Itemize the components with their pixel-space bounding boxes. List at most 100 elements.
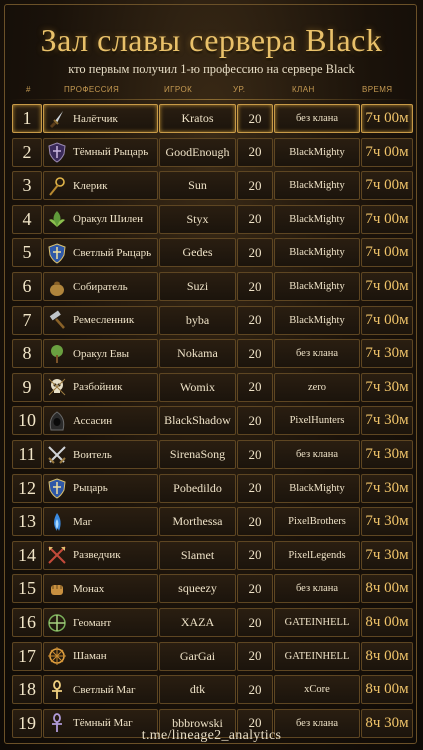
- clan-cell: GATEINHELL: [274, 641, 360, 671]
- footer-link[interactable]: t.me/lineage2_analytics: [0, 728, 423, 744]
- clan-cell: BlackMighty: [274, 305, 360, 335]
- level-cell: 20: [237, 104, 273, 133]
- level-cell: 20: [237, 540, 273, 570]
- clan-cell: без клана: [274, 104, 360, 133]
- profession-cell: Оракул Евы: [43, 339, 158, 369]
- level-cell: 20: [237, 171, 273, 201]
- time-cell: 7ч 00м: [361, 171, 413, 201]
- table-row: 10 Ассасин BlackShadow 20 PixelHunters 7ч 30м: [12, 406, 413, 436]
- time-cell: 7ч 00м: [361, 238, 413, 268]
- crossed-swords-icon: [46, 444, 68, 466]
- rank-cell: 2: [12, 137, 42, 167]
- table-row: 13 Маг Morthessa 20 PixelBrothers 7ч 30м: [12, 507, 413, 537]
- player-cell: BlackShadow: [159, 406, 236, 436]
- table-row: 14 Разведчик Slamet 20 PixelLegends 7ч 30м: [12, 540, 413, 570]
- level-cell: 20: [237, 473, 273, 503]
- level-cell: 20: [237, 238, 273, 268]
- table-row: 8 Оракул Евы Nokama 20 без клана 7ч 30м: [12, 339, 413, 369]
- profession-cell: Разведчик: [43, 540, 158, 570]
- time-cell: 7ч 30м: [361, 507, 413, 537]
- clan-cell: PixelHunters: [274, 406, 360, 436]
- table-row: 11 Воитель SirenaSong 20 без клана 7ч 30м: [12, 440, 413, 469]
- time-cell: 7ч 00м: [361, 204, 413, 234]
- table-row: 6 Собиратель Suzi 20 BlackMighty 7ч 00м: [12, 272, 413, 301]
- rank-cell: 11: [12, 440, 42, 469]
- header-level: УР.: [233, 85, 246, 94]
- table-row: 3 Клерик Sun 20 BlackMighty 7ч 00м: [12, 171, 413, 201]
- player-cell: dtk: [159, 675, 236, 705]
- rune-icon: [46, 612, 68, 634]
- profession-cell: Ремесленник: [43, 305, 158, 335]
- time-cell: 8ч 00м: [361, 675, 413, 705]
- clan-cell: без клана: [274, 440, 360, 469]
- profession-label: Тёмный Рыцарь: [73, 146, 149, 159]
- profession-cell: Собиратель: [43, 272, 158, 301]
- header-rank: #: [26, 85, 31, 94]
- page-title: Зал славы сервера Black: [40, 22, 383, 58]
- rank-cell: 5: [12, 238, 42, 268]
- time-cell: 8ч 00м: [361, 574, 413, 604]
- rank-cell: 18: [12, 675, 42, 705]
- rank-cell: 14: [12, 540, 42, 570]
- player-cell: Womix: [159, 372, 236, 402]
- rank-cell: 7: [12, 305, 42, 335]
- level-cell: 20: [237, 574, 273, 604]
- clan-cell: GATEINHELL: [274, 608, 360, 637]
- player-cell: GoodEnough: [159, 137, 236, 167]
- header-divider: [10, 99, 413, 100]
- table-row: 17 Шаман GarGai 20 GATEINHELL 8ч 00м: [12, 641, 413, 671]
- player-cell: byba: [159, 305, 236, 335]
- page-subtitle: кто первым получил 1-ю профессию на серв…: [68, 62, 355, 76]
- rank-cell: 8: [12, 339, 42, 369]
- level-cell: 20: [237, 641, 273, 671]
- player-cell: Nokama: [159, 339, 236, 369]
- clan-cell: BlackMighty: [274, 238, 360, 268]
- header-profession: ПРОФЕССИЯ: [64, 85, 120, 94]
- profession-label: Ремесленник: [73, 314, 135, 327]
- profession-cell: Клерик: [43, 171, 158, 201]
- player-cell: Kratos: [159, 104, 236, 133]
- time-cell: 7ч 30м: [361, 473, 413, 503]
- profession-cell: Разбойник: [43, 372, 158, 402]
- clan-cell: без клана: [274, 339, 360, 369]
- player-cell: XAZA: [159, 608, 236, 637]
- time-cell: 7ч 30м: [361, 540, 413, 570]
- time-cell: 7ч 00м: [361, 137, 413, 167]
- profession-cell: Маг: [43, 507, 158, 537]
- header-player: ИГРОК: [164, 85, 193, 94]
- player-cell: Suzi: [159, 272, 236, 301]
- header-time: ВРЕМЯ: [362, 85, 393, 94]
- table-row: 7 Ремесленник byba 20 BlackMighty 7ч 00м: [12, 305, 413, 335]
- profession-label: Ассасин: [73, 414, 113, 427]
- table-row: 18 Светлый Маг dtk 20 xCore 8ч 00м: [12, 675, 413, 705]
- time-cell: 7ч 30м: [361, 406, 413, 436]
- dark-shield-icon: [46, 141, 68, 163]
- rank-cell: 13: [12, 507, 42, 537]
- profession-cell: Шаман: [43, 641, 158, 671]
- profession-label: Монах: [73, 582, 105, 595]
- profession-label: Светлый Рыцарь: [73, 246, 152, 259]
- profession-label: Налётчик: [73, 112, 118, 125]
- profession-label: Оракул Евы: [73, 347, 130, 360]
- clan-cell: zero: [274, 372, 360, 402]
- profession-label: Рыцарь: [73, 482, 108, 495]
- rank-cell: 17: [12, 641, 42, 671]
- skull-icon: [46, 376, 68, 398]
- player-cell: Slamet: [159, 540, 236, 570]
- profession-label: Маг: [73, 515, 93, 528]
- profession-label: Собиратель: [73, 280, 128, 293]
- profession-cell: Тёмный Рыцарь: [43, 137, 158, 167]
- bag-icon: [46, 276, 68, 298]
- profession-cell: Налётчик: [43, 104, 158, 133]
- table-row: 12 Рыцарь Pobedildo 20 BlackMighty 7ч 30м: [12, 473, 413, 503]
- staff-icon: [46, 175, 68, 197]
- level-cell: 20: [237, 675, 273, 705]
- player-cell: Styx: [159, 204, 236, 234]
- time-cell: 8ч 00м: [361, 608, 413, 637]
- dagger-icon: [46, 108, 68, 130]
- level-cell: 20: [237, 406, 273, 436]
- rank-cell: 1: [12, 104, 42, 133]
- ankh-icon: [46, 679, 68, 701]
- rank-cell: 4: [12, 204, 42, 234]
- profession-cell: Воитель: [43, 440, 158, 469]
